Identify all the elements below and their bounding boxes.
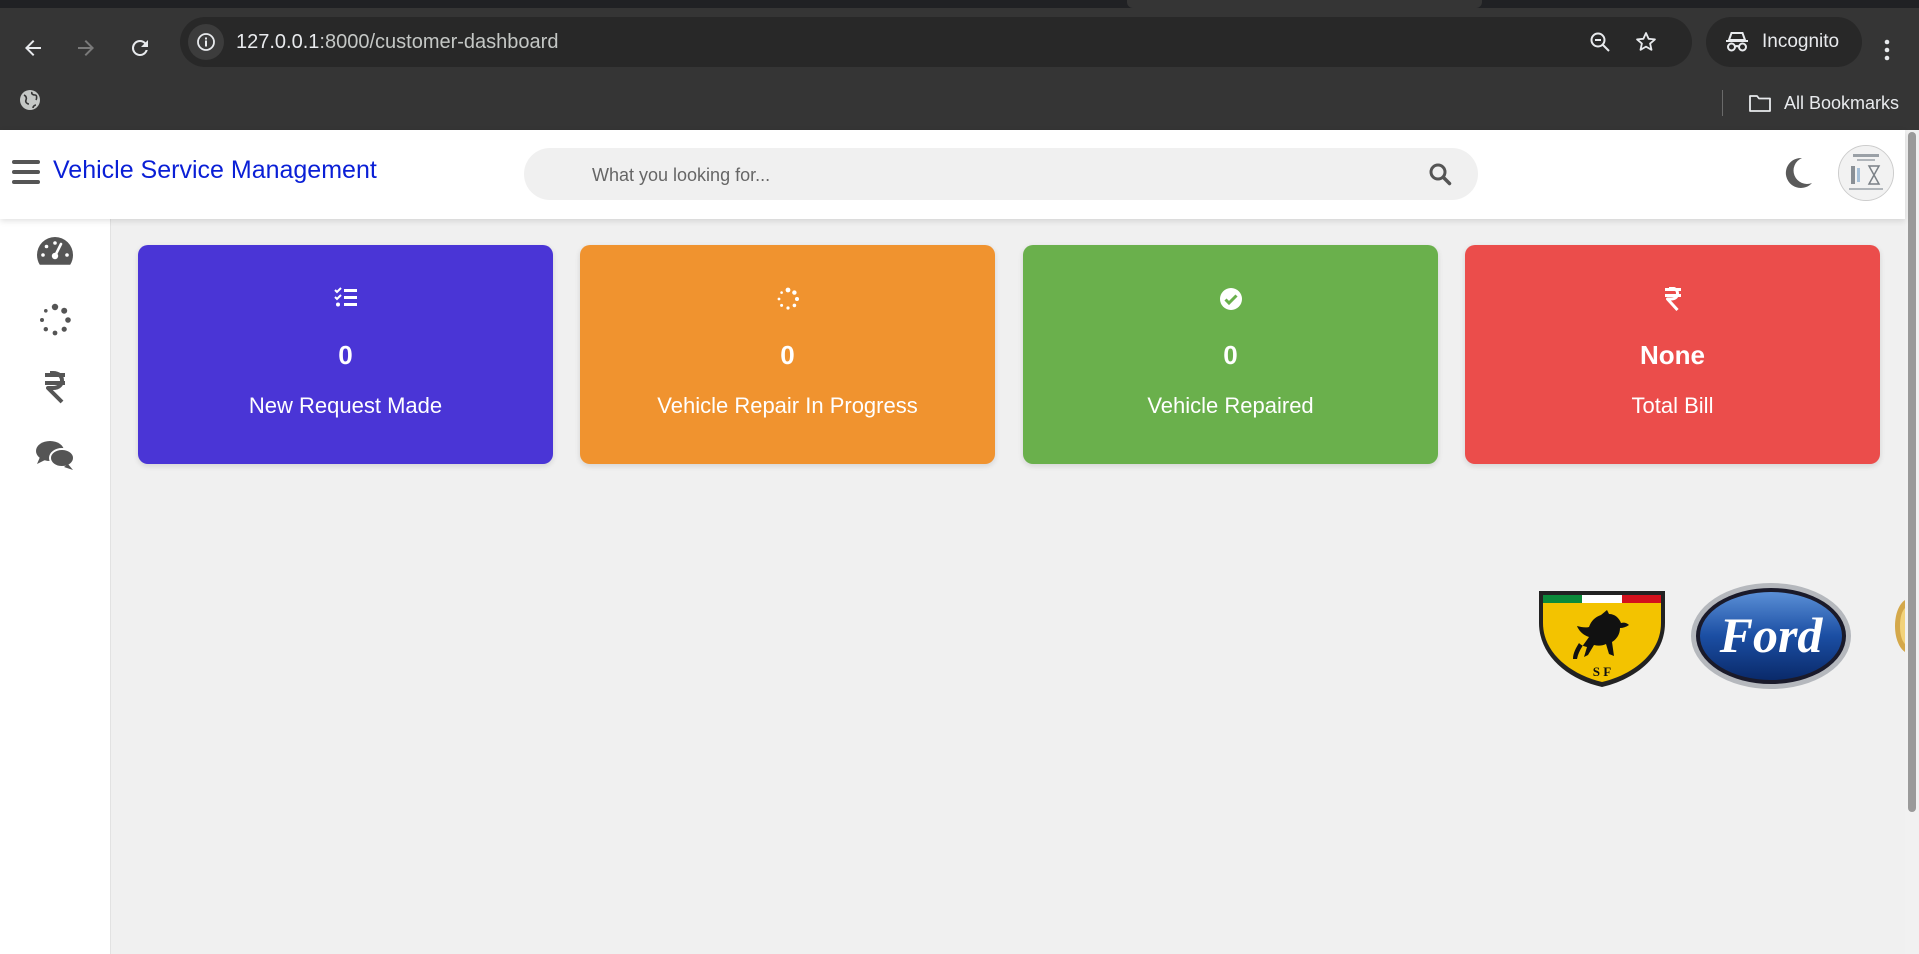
card-repair-in-progress[interactable]: 0 Vehicle Repair In Progress bbox=[580, 245, 995, 464]
url-host: 127.0.0.1 bbox=[236, 31, 320, 53]
menu-toggle-button[interactable] bbox=[12, 160, 42, 186]
all-bookmarks-button[interactable]: All Bookmarks bbox=[1748, 76, 1899, 130]
arrow-left-icon bbox=[25, 40, 41, 56]
card-icon-wrap bbox=[1465, 287, 1880, 313]
incognito-label: Incognito bbox=[1762, 31, 1840, 52]
card-value: 0 bbox=[338, 340, 353, 370]
zoom-out-icon[interactable] bbox=[1588, 30, 1612, 54]
browser-toolbar: 127.0.0.1:8000/customer-dashboard Incogn… bbox=[0, 8, 1919, 76]
sidebar-item-bill[interactable] bbox=[34, 367, 76, 407]
bookmarks-bar: All Bookmarks bbox=[0, 76, 1919, 131]
page-content: Vehicle Service Management What you look… bbox=[0, 130, 1905, 954]
info-icon bbox=[197, 33, 215, 51]
sidebar-item-dashboard[interactable] bbox=[34, 231, 76, 271]
site-info-button[interactable] bbox=[188, 24, 224, 60]
card-icon-wrap bbox=[1023, 287, 1438, 313]
rupee-icon bbox=[1664, 287, 1681, 311]
globe-icon[interactable] bbox=[18, 88, 42, 112]
moon-icon[interactable] bbox=[1782, 156, 1814, 190]
search-icon[interactable] bbox=[1428, 162, 1452, 186]
card-label: Vehicle Repair In Progress bbox=[657, 393, 918, 418]
partial-logo bbox=[1895, 600, 1905, 652]
avatar-image-icon bbox=[1839, 146, 1893, 200]
ford-text: Ford bbox=[1719, 607, 1824, 663]
incognito-icon bbox=[1726, 32, 1748, 52]
card-vehicle-repaired[interactable]: 0 Vehicle Repaired bbox=[1023, 245, 1438, 464]
active-tab[interactable] bbox=[1127, 0, 1482, 8]
search-input[interactable] bbox=[590, 148, 1394, 202]
ferrari-logo: S F bbox=[1539, 591, 1665, 687]
page-scrollbar[interactable] bbox=[1905, 130, 1919, 954]
scrollbar-thumb[interactable] bbox=[1908, 132, 1916, 812]
card-icon-wrap bbox=[580, 287, 995, 313]
rupee-icon bbox=[45, 371, 65, 404]
reload-icon bbox=[131, 39, 148, 56]
star-icon[interactable] bbox=[1634, 30, 1658, 54]
card-icon-wrap bbox=[138, 287, 553, 313]
back-button[interactable] bbox=[15, 30, 51, 66]
ferrari-text: S F bbox=[1593, 664, 1611, 679]
url-text[interactable]: 127.0.0.1:8000/customer-dashboard bbox=[236, 17, 558, 67]
chat-icon bbox=[36, 441, 75, 470]
hamburger-bar bbox=[12, 180, 40, 184]
card-value: 0 bbox=[1223, 340, 1238, 370]
more-vert-icon bbox=[1884, 39, 1890, 61]
card-new-request[interactable]: 0 New Request Made bbox=[138, 245, 553, 464]
url-path: :8000/customer-dashboard bbox=[319, 31, 559, 53]
reload-button[interactable] bbox=[122, 30, 158, 66]
card-value: None bbox=[1640, 340, 1705, 370]
sidebar-item-feedback[interactable] bbox=[34, 435, 76, 475]
all-bookmarks-label: All Bookmarks bbox=[1784, 92, 1900, 113]
spinner-icon bbox=[40, 303, 71, 336]
search-bar bbox=[524, 148, 1478, 202]
card-label: New Request Made bbox=[248, 393, 443, 418]
arrow-right-icon bbox=[78, 40, 94, 56]
incognito-button[interactable]: Incognito bbox=[1706, 17, 1862, 67]
card-total-bill[interactable]: None Total Bill bbox=[1465, 245, 1880, 464]
folder-icon bbox=[1749, 95, 1771, 112]
browser-menu-button[interactable] bbox=[1872, 30, 1902, 70]
card-label: Total Bill bbox=[1631, 393, 1714, 418]
app-header: Vehicle Service Management bbox=[0, 130, 1905, 219]
ford-logo: Ford bbox=[1691, 583, 1851, 689]
tab-strip bbox=[0, 0, 1919, 8]
card-label: Vehicle Repaired bbox=[1147, 393, 1314, 418]
spinner-icon bbox=[777, 287, 799, 310]
hamburger-bar bbox=[12, 160, 40, 164]
card-value: 0 bbox=[780, 340, 795, 370]
bookmarks-separator bbox=[1722, 90, 1723, 116]
hamburger-bar bbox=[12, 170, 40, 174]
address-bar[interactable]: 127.0.0.1:8000/customer-dashboard bbox=[180, 17, 1692, 67]
checklist-icon bbox=[333, 287, 357, 307]
avatar[interactable] bbox=[1838, 145, 1894, 201]
brand-title[interactable]: Vehicle Service Management bbox=[53, 156, 377, 185]
sidebar bbox=[0, 219, 111, 954]
sidebar-item-in-progress[interactable] bbox=[34, 300, 76, 340]
forward-button[interactable] bbox=[68, 30, 104, 66]
dashboard-icon bbox=[37, 237, 74, 265]
check-circle-icon bbox=[1219, 288, 1242, 310]
